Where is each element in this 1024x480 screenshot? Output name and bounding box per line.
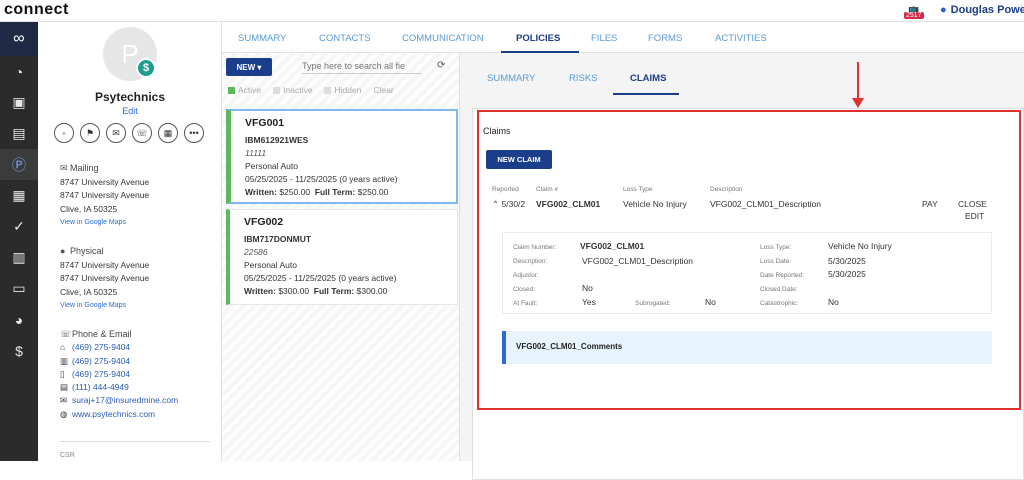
policy-card[interactable]: VFG001 IBM612921WES 11111 Personal Auto …: [226, 109, 458, 204]
phone-fax[interactable]: ▤ (111) 444-4949: [60, 381, 178, 394]
website-link[interactable]: ◍ www.psytechnics.com: [60, 408, 178, 421]
more-icon[interactable]: •••: [184, 123, 204, 143]
left-nav: ∞ ◔ ▣ ▤ Ⓟ ▦ ✓ ▥ ▭ ◕ $: [0, 22, 38, 461]
globe-icon: ◍: [60, 408, 68, 419]
user-name: Douglas Powe: [950, 4, 1024, 16]
physical-map-link[interactable]: View in Google Maps: [60, 299, 149, 313]
phone-work[interactable]: ▥ (469) 275-9404: [60, 355, 178, 368]
subtab-risks[interactable]: RISKS: [569, 73, 598, 84]
filter-inactive[interactable]: Inactive: [273, 85, 312, 95]
mail-icon[interactable]: ✉: [106, 123, 126, 143]
app-logo: connect: [4, 1, 69, 18]
email-link[interactable]: ✉ suraj+17@insuredmine.com: [60, 394, 178, 407]
dashboard-icon[interactable]: ◔: [0, 56, 38, 87]
calendar-action-icon[interactable]: ▦: [158, 123, 178, 143]
id-card-icon[interactable]: ▤: [0, 118, 38, 149]
phone-icon[interactable]: ☏: [132, 123, 152, 143]
mailing-map-link[interactable]: View in Google Maps: [60, 216, 149, 230]
fax-icon: ▤: [60, 382, 69, 393]
main-tabs: SUMMARY CONTACTS COMMUNICATION POLICIES …: [222, 22, 1024, 53]
archive-icon[interactable]: ▭: [0, 273, 38, 304]
tab-policies[interactable]: POLICIES: [516, 33, 560, 44]
mailing-address: ✉ Mailing 8747 University Avenue 8747 Uni…: [60, 162, 149, 230]
csr-label: CSR: [60, 452, 75, 459]
filter-active[interactable]: Active: [228, 85, 261, 95]
tab-contacts[interactable]: CONTACTS: [319, 33, 371, 44]
building-icon: ▥: [60, 355, 69, 366]
divider: [60, 441, 210, 442]
policy-filters: Active Inactive Hidden Clear: [228, 85, 394, 95]
profile-actions: ▫ ⚑ ✉ ☏ ▦ •••: [54, 123, 204, 143]
tab-activities[interactable]: ACTIVITIES: [715, 33, 767, 44]
annotation-arrow: [857, 62, 859, 100]
physical-address: ● Physical 8747 University Avenue 8747 Un…: [60, 245, 149, 313]
filter-hidden[interactable]: Hidden: [324, 85, 361, 95]
user-menu[interactable]: ● Douglas Powe: [940, 4, 1024, 16]
filter-clear[interactable]: Clear: [373, 85, 393, 95]
calendar-icon[interactable]: ▥: [0, 242, 38, 273]
mobile-icon: ▯: [60, 368, 65, 379]
profile-edit-link[interactable]: Edit: [38, 106, 222, 116]
home-icon: ⌂: [60, 342, 66, 353]
mail-small-icon: ✉: [60, 163, 68, 173]
highlight-box: [477, 110, 1021, 410]
dollar-badge-icon: $: [136, 58, 156, 78]
phone-home[interactable]: ⌂ (469) 275-9404: [60, 341, 178, 354]
phone-small-icon: ☏: [60, 329, 72, 339]
policy-card[interactable]: VFG002 IBM717DONMUT 22586 Personal Auto …: [226, 209, 458, 305]
subtab-claims[interactable]: CLAIMS: [630, 73, 666, 84]
dollar-icon[interactable]: $: [0, 335, 38, 366]
annotation-arrowhead: [852, 98, 864, 108]
notification-badge[interactable]: 📺 2517: [901, 4, 931, 20]
user-icon: ●: [940, 4, 947, 16]
tab-files[interactable]: FILES: [591, 33, 617, 44]
envelope-icon: ✉: [60, 395, 68, 406]
policy-search-input[interactable]: [302, 59, 422, 74]
location-pin-icon: ●: [60, 246, 66, 256]
phone-email-section: ☏Phone & Email ⌂ (469) 275-9404 ▥ (469) 27…: [60, 328, 178, 421]
chart-icon[interactable]: ◕: [0, 304, 38, 335]
notification-count: 2517: [904, 12, 924, 19]
refresh-icon[interactable]: ⟳: [437, 60, 445, 71]
check-icon[interactable]: ✓: [0, 211, 38, 242]
new-policy-button[interactable]: NEW ▾: [226, 58, 272, 76]
policy-icon[interactable]: Ⓟ: [0, 149, 38, 180]
active-subtab-indicator: [613, 93, 679, 95]
profile-panel: P $ Psytechnics Edit ▫ ⚑ ✉ ☏ ▦ ••• ✉ Mail…: [38, 22, 222, 461]
phone-mobile[interactable]: ▯ (469) 275-9404: [60, 368, 178, 381]
tab-summary[interactable]: SUMMARY: [238, 33, 286, 44]
brand-icon[interactable]: ∞: [0, 22, 38, 56]
contact-card-icon[interactable]: ▣: [0, 87, 38, 118]
subtab-summary[interactable]: SUMMARY: [487, 73, 535, 84]
note-icon[interactable]: ▫: [54, 123, 74, 143]
tab-communication[interactable]: COMMUNICATION: [402, 33, 484, 44]
flag-icon[interactable]: ⚑: [80, 123, 100, 143]
policy-list: NEW ▾ ⟳ Active Inactive Hidden Clear VFG…: [222, 53, 460, 461]
document-icon[interactable]: ▦: [0, 180, 38, 211]
profile-name: Psytechnics: [94, 90, 166, 104]
top-bar: connect 📺 2517 ● Douglas Powe: [0, 0, 1024, 22]
tab-forms[interactable]: FORMS: [648, 33, 682, 44]
